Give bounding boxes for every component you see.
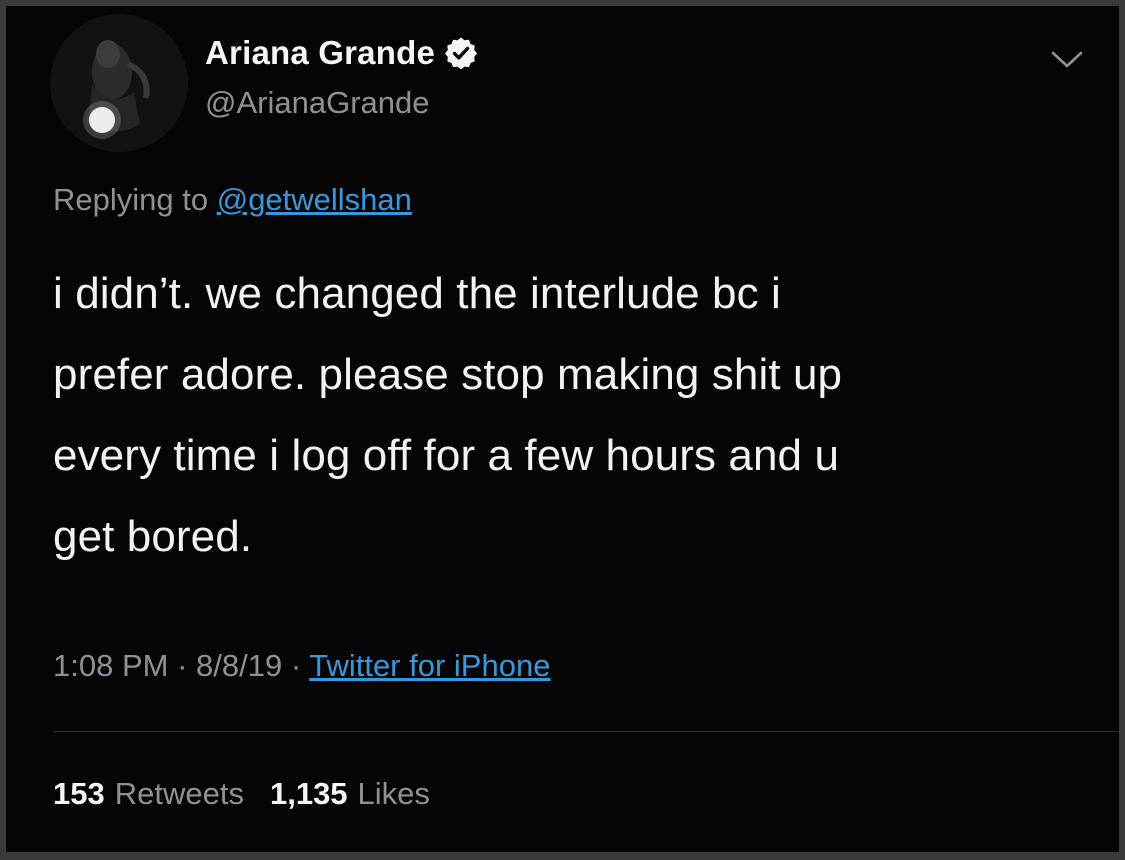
likes-stat[interactable]: 1,135 Likes xyxy=(270,776,430,812)
author-name-row: Ariana Grande xyxy=(205,34,478,72)
tweet-text-line: get bored. xyxy=(53,512,253,561)
avatar[interactable] xyxy=(50,14,188,152)
tweet-stats: 153 Retweets 1,135 Likes xyxy=(53,776,430,812)
replying-to-label: Replying to xyxy=(53,182,209,217)
author-display-name[interactable]: Ariana Grande xyxy=(205,34,435,72)
tweet-text-line: every time i log off for a few hours and… xyxy=(53,431,840,480)
tweet-text-line: prefer adore. please stop making shit up xyxy=(53,350,843,399)
retweets-stat[interactable]: 153 Retweets xyxy=(53,776,244,812)
author-handle[interactable]: @ArianaGrande xyxy=(205,85,429,121)
replying-to: Replying to @getwellshan xyxy=(53,182,412,218)
meta-separator: · xyxy=(168,648,197,683)
tweet-meta: 1:08 PM · 8/8/19 · Twitter for iPhone xyxy=(53,648,550,684)
chevron-down-icon[interactable] xyxy=(1047,46,1087,72)
tweet-source-link[interactable]: Twitter for iPhone xyxy=(309,648,550,683)
tweet-card: Ariana Grande @ArianaGrande Replying to … xyxy=(6,6,1119,852)
retweets-label: Retweets xyxy=(114,776,244,811)
tweet-text: i didn’t. we changed the interlude bc i … xyxy=(53,253,1083,577)
verified-badge-icon xyxy=(445,37,478,70)
likes-label: Likes xyxy=(357,776,430,811)
divider xyxy=(53,731,1119,732)
meta-separator: · xyxy=(282,648,310,683)
tweet-date[interactable]: 8/8/19 xyxy=(196,648,282,683)
avatar-photo xyxy=(50,14,188,152)
reply-mention-link[interactable]: @getwellshan xyxy=(217,182,412,217)
likes-count: 1,135 xyxy=(269,776,348,811)
screenshot-frame: Ariana Grande @ArianaGrande Replying to … xyxy=(0,0,1125,860)
tweet-text-line: i didn’t. we changed the interlude bc i xyxy=(53,269,781,318)
retweets-count: 153 xyxy=(53,776,105,811)
tweet-time[interactable]: 1:08 PM xyxy=(53,648,168,683)
